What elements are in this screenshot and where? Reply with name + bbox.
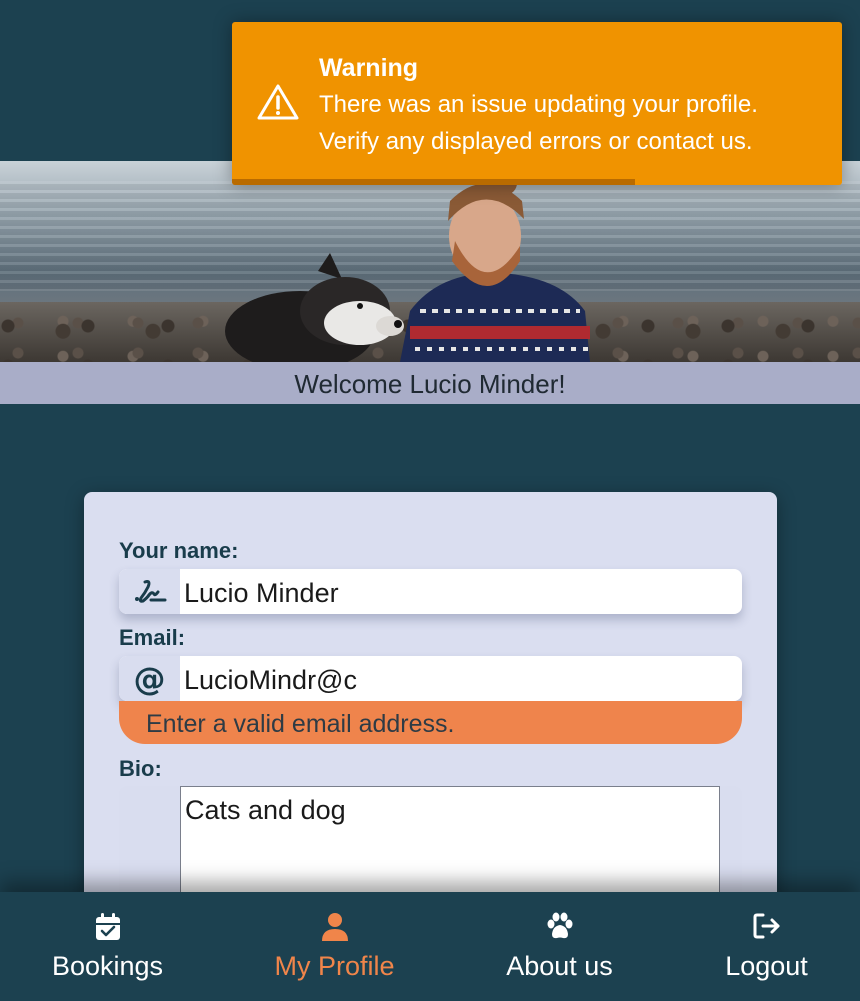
paw-icon [452,912,667,944]
bio-label: Bio: [119,756,162,781]
email-label: Email: [119,625,186,650]
email-field[interactable]: @ LucioMindr@c [119,656,742,701]
signature-icon [119,569,180,614]
user-icon [227,912,442,944]
toast-progress-bar [232,179,635,185]
nav-label-about-us: About us [506,951,613,981]
nav-item-my-profile[interactable]: My Profile [227,892,442,1001]
name-input[interactable]: Lucio Minder [184,569,339,614]
nav-label-logout: Logout [725,951,808,981]
toast-message-line2: Verify any displayed errors or contact u… [319,128,753,155]
hero-illustration [225,171,590,362]
nav-item-logout[interactable]: Logout [659,892,860,1001]
nav-item-bookings[interactable]: Bookings [0,892,215,1001]
bottom-nav: Bookings My Profile About us Logout [0,892,860,1001]
nav-item-about-us[interactable]: About us [452,892,667,1001]
logout-icon [659,912,860,944]
toast-title: Warning [319,54,419,82]
name-field[interactable]: Lucio Minder [119,569,742,614]
name-label: Your name: [119,538,239,563]
email-input[interactable]: LucioMindr@c [184,656,357,701]
nav-label-my-profile: My Profile [274,951,395,981]
hero-image [0,161,860,362]
warning-icon [256,82,300,127]
at-icon: @ [119,656,180,701]
calendar-check-icon [0,912,215,944]
warning-toast[interactable]: Warning There was an issue updating your… [232,22,842,185]
welcome-banner: Welcome Lucio Minder! [0,362,860,404]
nav-label-bookings: Bookings [51,951,164,981]
profile-form-card: Your name: Lucio Minder Email: @ LucioMi… [84,492,777,952]
toast-message-line1: There was an issue updating your profile… [319,91,758,118]
email-error-message: Enter a valid email address. [119,701,742,744]
